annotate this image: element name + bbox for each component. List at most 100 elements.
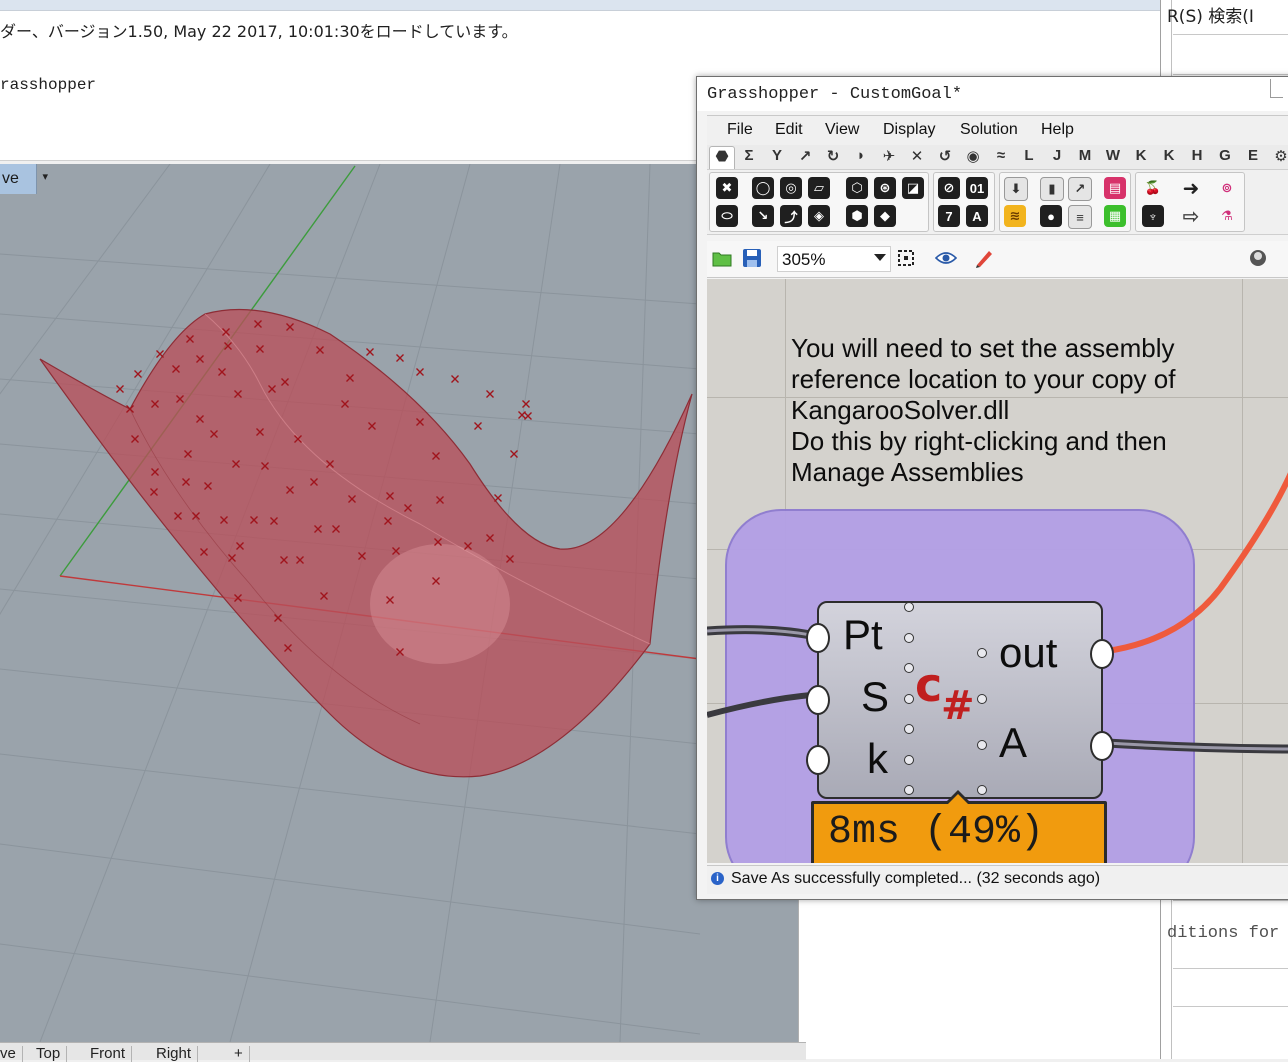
surface-icon[interactable]: ⬢ (846, 205, 868, 227)
delete-icon[interactable]: ✖ (716, 177, 738, 199)
tab-maths[interactable]: Σ (737, 147, 761, 164)
point-marker (510, 450, 518, 458)
tab-mesh[interactable]: ✈ (877, 147, 901, 165)
zui-grip[interactable] (904, 633, 914, 643)
zui-grip[interactable] (904, 724, 914, 734)
input-port-k[interactable] (806, 745, 830, 775)
slider-icon[interactable]: ▮ (1040, 177, 1064, 201)
chevron-down-icon[interactable]: ▾ (42, 170, 48, 183)
integer-icon[interactable]: 01 (966, 177, 988, 199)
button-icon[interactable]: ● (1040, 205, 1062, 227)
profiler-widget: 8ms (49%) (811, 790, 1107, 863)
mesh-icon[interactable]: ⊛ (874, 177, 896, 199)
eye-icon[interactable] (935, 247, 957, 269)
tab-transform[interactable]: ↺ (933, 147, 957, 165)
import-icon[interactable]: ⬇ (1004, 177, 1028, 201)
output-label-out: out (999, 629, 1058, 676)
zui-grip[interactable] (904, 785, 914, 795)
cherry-icon[interactable]: 🍒 (1142, 177, 1164, 199)
input-label-s: S (861, 673, 890, 720)
panel-divider (1173, 900, 1288, 901)
add-tab-button[interactable]: + (228, 1046, 250, 1062)
output-port-a[interactable] (1090, 731, 1114, 761)
grasshopper-canvas[interactable]: You will need to set the assembly refere… (707, 279, 1288, 863)
tab-curve[interactable]: ↻ (821, 147, 845, 165)
minimize-button[interactable] (1270, 79, 1283, 98)
flask-icon[interactable]: ⚗ (1216, 205, 1238, 227)
color-swatch-icon[interactable]: ▤ (1104, 177, 1126, 199)
tab-e[interactable]: E (1241, 147, 1265, 164)
tab-l[interactable]: L (1017, 147, 1041, 164)
tab-display[interactable]: ◉ (961, 147, 985, 165)
preview-icon[interactable] (1247, 247, 1269, 269)
rectangle-icon[interactable]: ▱ (808, 177, 830, 199)
tab-vector[interactable]: ↗ (793, 147, 817, 165)
perspective-viewport[interactable]: ve ▾ (0, 164, 798, 1042)
csharp-script-component[interactable]: Pt S k out A c # (806, 601, 1114, 799)
zoom-select[interactable]: 305% (777, 246, 891, 272)
curve-icon[interactable]: ↘ (752, 205, 774, 227)
polyline-icon[interactable]: ⤴ (780, 205, 802, 227)
tab-k[interactable]: K (1129, 147, 1153, 164)
menu-solution[interactable]: Solution (960, 121, 1018, 139)
viewport-title[interactable]: ve ▾ (0, 164, 48, 194)
window-titlebar[interactable]: Grasshopper - CustomGoal* (697, 77, 1288, 111)
zui-grip[interactable] (904, 602, 914, 612)
boolean-icon[interactable]: ⊘ (938, 177, 960, 199)
tab-intersect[interactable]: ✕ (905, 147, 929, 165)
tab-right[interactable]: Right (150, 1046, 199, 1062)
tab-w[interactable]: W (1101, 147, 1125, 164)
number-icon[interactable]: 7 (938, 205, 960, 227)
tab-kangaroo[interactable]: ≈ (989, 147, 1013, 164)
save-icon[interactable] (741, 247, 763, 269)
status-bar: i Save As successfully completed... (32 … (707, 865, 1288, 894)
tab-settings[interactable]: ⚙ (1269, 147, 1288, 165)
arc-icon[interactable]: ◎ (780, 177, 802, 199)
zoom-extents-icon[interactable] (895, 247, 917, 269)
tab-j[interactable]: J (1045, 147, 1069, 164)
tab-k2[interactable]: K (1157, 147, 1181, 164)
line-icon[interactable]: ⬭ (716, 205, 738, 227)
tab-perspective[interactable]: ve (0, 1046, 23, 1062)
tab-params[interactable]: ⬣ (709, 146, 735, 169)
box-icon[interactable]: ⬡ (846, 177, 868, 199)
sketch-icon[interactable] (973, 247, 995, 269)
brep-icon[interactable]: ◆ (874, 205, 896, 227)
input-port-s[interactable] (806, 685, 830, 715)
zui-grip[interactable] (977, 785, 987, 795)
history-line: rasshopper (0, 76, 97, 94)
search-menu-label[interactable]: R(S) 検索(I (1167, 2, 1254, 27)
open-icon[interactable] (711, 247, 733, 269)
gradient-icon[interactable]: ≋ (1004, 205, 1026, 227)
menu-view[interactable]: View (825, 121, 859, 139)
tab-top[interactable]: Top (30, 1046, 68, 1062)
zui-grip[interactable] (904, 755, 914, 765)
output-port-out[interactable] (1090, 639, 1114, 669)
circle-icon[interactable]: ◯ (752, 177, 774, 199)
tab-h[interactable]: H (1185, 147, 1209, 164)
menu-display[interactable]: Display (883, 121, 935, 139)
zui-grip[interactable] (977, 648, 987, 658)
zui-grip[interactable] (977, 740, 987, 750)
menu-file[interactable]: File (727, 121, 753, 139)
arrow-right-icon[interactable]: ➜ (1180, 177, 1202, 200)
ribbon-group-input: ⬇ ≋ ▮ ● ↗ ≡ ▤ ▦ (999, 172, 1131, 232)
text-icon[interactable]: A (966, 205, 988, 227)
tree-icon[interactable]: ♆ (1142, 205, 1164, 227)
cluster-icon[interactable]: ⊚ (1216, 177, 1238, 199)
tab-g[interactable]: G (1213, 147, 1237, 164)
graph-icon[interactable]: ↗ (1068, 177, 1092, 201)
arrow-outline-icon[interactable]: ⇨ (1180, 205, 1202, 228)
tab-front[interactable]: Front (84, 1046, 133, 1062)
geometry-icon[interactable]: ◪ (902, 177, 924, 199)
point-icon[interactable]: ◈ (808, 205, 830, 227)
tab-m[interactable]: M (1073, 147, 1097, 164)
info-icon: i (711, 872, 724, 885)
list-icon[interactable]: ≡ (1068, 205, 1092, 229)
tab-surface[interactable]: ◗ (849, 147, 873, 164)
menu-edit[interactable]: Edit (775, 121, 803, 139)
matrix-icon[interactable]: ▦ (1104, 205, 1126, 227)
tab-sets[interactable]: Y (765, 147, 789, 164)
menu-help[interactable]: Help (1041, 121, 1074, 139)
input-port-pt[interactable] (806, 623, 830, 653)
